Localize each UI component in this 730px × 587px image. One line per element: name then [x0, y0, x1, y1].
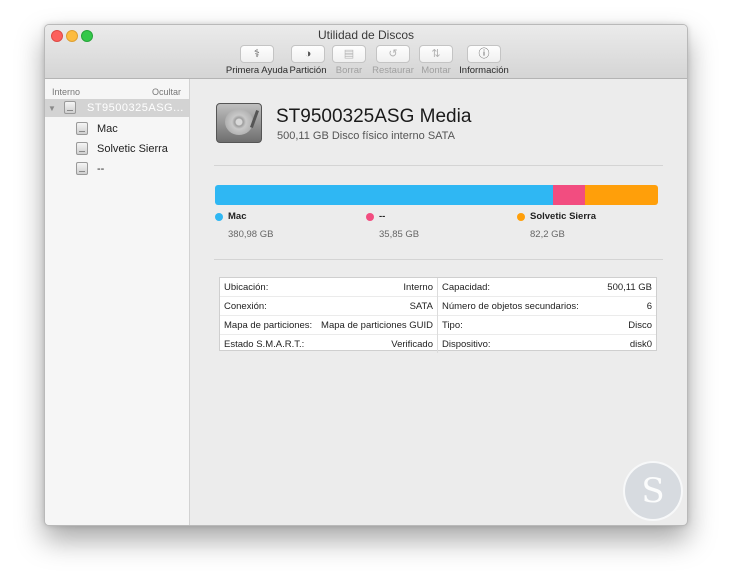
info-key: Dispositivo: [442, 338, 491, 350]
info-key: Estado S.M.A.R.T.: [224, 338, 305, 350]
sidebar-item-label: ST9500325ASG... [87, 102, 184, 114]
hard-disk-icon [64, 101, 76, 114]
hard-drive-icon [216, 103, 262, 143]
info-row-smart-status: Estado S.M.A.R.T.: Verificado [220, 335, 437, 353]
info-value: Mapa de particiones GUID [321, 319, 433, 331]
info-key: Capacidad: [442, 281, 491, 293]
info-value: Verificado [391, 338, 433, 350]
info-key: Tipo: [442, 319, 463, 331]
info-value: 500,11 GB [607, 281, 652, 293]
info-icon: ⓘ [467, 45, 501, 63]
info-value: SATA [409, 300, 433, 312]
window-title: Utilidad de Discos [317, 28, 415, 42]
disk-subtitle: 500,11 GB Disco físico interno SATA [277, 130, 455, 142]
legend-color-dot [517, 213, 525, 221]
legend-name: Mac [228, 211, 247, 222]
sidebar-item-volume-solvetic-sierra[interactable]: Solvetic Sierra [45, 140, 189, 158]
info-row-child-count: Número de objetos secundarios: 6 [438, 297, 656, 316]
legend-name: Solvetic Sierra [530, 211, 597, 222]
legend-size: 35,85 GB [379, 229, 420, 240]
disk-info-table: Ubicación: Interno Conexión: SATA Mapa d… [219, 277, 657, 353]
info-key: Conexión: [224, 300, 267, 312]
info-label: Información [459, 65, 509, 76]
sidebar-header: Interno Ocultar [52, 87, 181, 97]
info-key: Ubicación: [224, 281, 269, 293]
legend-color-dot [366, 213, 374, 221]
info-key: Mapa de particiones: [224, 319, 313, 331]
info-column-right: Capacidad: 500,11 GB Número de objetos s… [438, 278, 656, 353]
sidebar-item-label: Solvetic Sierra [97, 143, 168, 155]
info-row-partition-map: Mapa de particiones: Mapa de particiones… [220, 316, 437, 335]
sidebar-item-label: Mac [97, 123, 118, 135]
section-label-internal: Interno [52, 87, 81, 97]
sidebar-item-disk[interactable]: ▼ ST9500325ASG... [45, 99, 189, 117]
info-row-location: Ubicación: Interno [220, 278, 437, 297]
hide-link[interactable]: Ocultar [152, 87, 181, 97]
disclosure-triangle-icon[interactable]: ▼ [48, 104, 56, 113]
disk-utility-window: Utilidad de Discos ⚕ Primera Ayuda ◑ Par… [44, 24, 688, 526]
info-button[interactable]: ⓘ Información [450, 45, 518, 76]
sidebar-item-label: -- [97, 163, 105, 175]
info-column-left: Ubicación: Interno Conexión: SATA Mapa d… [220, 278, 438, 353]
solvetic-watermark-logo: S [623, 461, 683, 521]
sidebar-item-volume-unnamed[interactable]: -- [45, 160, 189, 178]
info-key: Número de objetos secundarios: [442, 300, 579, 312]
divider [214, 165, 663, 166]
disk-title: ST9500325ASG Media [276, 106, 472, 127]
info-value: Disco [628, 319, 652, 331]
legend-size: 82,2 GB [530, 229, 565, 240]
info-row-connection: Conexión: SATA [220, 297, 437, 316]
divider [214, 259, 663, 260]
legend-color-dot [215, 213, 223, 221]
volume-icon [76, 162, 88, 175]
info-row-device: Dispositivo: disk0 [438, 335, 656, 353]
info-value: Interno [403, 281, 433, 293]
volume-icon [76, 122, 88, 135]
detail-pane: ST9500325ASG Media 500,11 GB Disco físic… [190, 79, 687, 525]
info-row-type: Tipo: Disco [438, 316, 656, 335]
partition-usage-bar [215, 185, 658, 205]
info-value: disk0 [629, 338, 652, 350]
sidebar: Interno Ocultar ▼ ST9500325ASG... Mac So… [45, 79, 190, 525]
info-value: 6 [646, 300, 652, 312]
watermark-glyph: S [641, 471, 665, 511]
stethoscope-icon: ⚕ [240, 45, 274, 63]
mount-icon: ⇅ [419, 45, 453, 63]
volume-icon [76, 142, 88, 155]
legend-size: 380,98 GB [228, 229, 274, 240]
usage-segment [215, 185, 554, 205]
sidebar-item-volume-mac[interactable]: Mac [45, 120, 189, 138]
usage-segment [585, 185, 658, 205]
usage-segment [553, 185, 586, 205]
legend-name: -- [379, 211, 386, 222]
title-bar: Utilidad de Discos ⚕ Primera Ayuda ◑ Par… [45, 25, 687, 79]
info-row-capacity: Capacidad: 500,11 GB [438, 278, 656, 297]
